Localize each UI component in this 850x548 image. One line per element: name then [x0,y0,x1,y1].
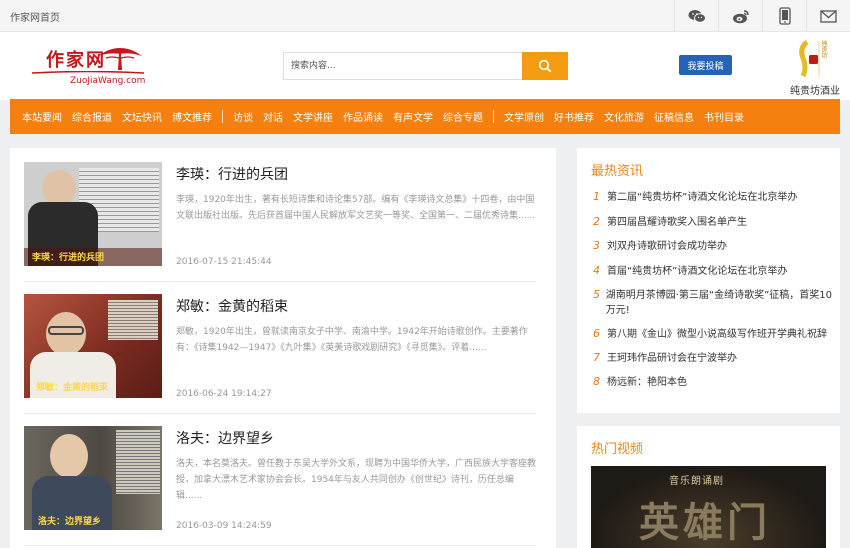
hot-news-item[interactable]: 2 第四届昌耀诗歌奖入围名单产生 [593,215,833,230]
article-summary: 洛夫，本名莫洛夫。曾任教于东吴大学外文系，现聘为中国华侨大学，广西民族大学客座教… [176,459,536,501]
search-button[interactable] [522,52,568,80]
mobile-icon[interactable] [762,0,806,32]
article-item: 李瑛：行进的兵团 李瑛：行进的兵团 李瑛，1920年出生，著有长短诗集和诗论集5… [24,162,536,282]
nav-item[interactable]: 文学原创 [499,109,549,124]
article-date: 2016-03-09 14:24:59 [176,521,272,531]
main-nav: 本站要闻 综合报道 文坛快讯 博文推荐 访谈 对话 文学讲座 作品诵读 有声文学… [10,99,840,134]
article-thumbnail[interactable]: 洛夫：边界望乡 [24,426,162,530]
article-list: 李瑛：行进的兵团 李瑛：行进的兵团 李瑛，1920年出生，著有长短诗集和诗论集5… [10,148,556,548]
hot-news-link[interactable]: 首届“纯贵坊杯”诗酒文化论坛在北京举办 [607,264,787,279]
sponsor-mark-text: 纯贵坊 [820,40,827,58]
article-item: 洛夫：边界望乡 洛夫：边界望乡 洛夫，本名莫洛夫。曾任教于东吴大学外文系，现聘为… [24,426,536,546]
thumbnail-caption: 洛夫：边界望乡 [38,517,102,527]
weibo-icon[interactable] [718,0,762,32]
sponsor-logo: 纯贵坊 [797,38,833,80]
hot-news-rank: 8 [593,375,600,388]
article-date: 2016-06-24 19:14:27 [176,389,272,399]
hot-video-title: 热门视频 [591,442,644,457]
nav-item[interactable]: 文学讲座 [288,109,338,124]
nav-divider [493,110,494,123]
thumbnail-caption: 郑敏：金黄的稻束 [36,383,109,393]
search-box [283,52,568,80]
hot-news-item[interactable]: 4 首届“纯贵坊杯”诗酒文化论坛在北京举办 [593,264,833,279]
hot-news-rank: 7 [593,351,600,364]
article-thumbnail[interactable]: 郑敏：金黄的稻束 [24,294,162,398]
tree-logo-icon [98,48,142,70]
hot-news-title: 最热资讯 [591,164,644,179]
site-header: 作家网 ZuoJiaWang.com 我要投稿 纯贵坊 纯贵坊酒业 [0,32,850,100]
logo-url: ZuoJiaWang.com [70,76,146,86]
hot-video-panel: 热门视频 音乐朗诵剧 英雄门 [577,426,840,548]
hot-news-rank: 2 [593,215,600,228]
nav-item[interactable]: 征稿信息 [649,109,699,124]
search-input[interactable] [283,52,522,80]
hot-news-link[interactable]: 第二届“纯贵坊杯”诗酒文化论坛在北京举办 [607,190,797,205]
sponsor-name: 纯贵坊酒业 [790,86,840,97]
video-subtitle: 音乐朗诵剧 [669,476,724,487]
hot-news-item[interactable]: 8 杨远新：艳阳本色 [593,375,833,390]
article-item: 郑敏：金黄的稻束 郑敏：金黄的稻束 郑敏，1920年出生，曾就读南京女子中学、南… [24,294,536,414]
hot-news-item[interactable]: 5 湖南明月茶博园·第三届“金绮诗歌奖”征稿，首奖10万元! [593,288,833,318]
nav-item[interactable]: 本站要闻 [17,109,67,124]
hot-news-item[interactable]: 6 第八期《金山》微型小说高级写作班开学典礼祝辞 [593,327,833,342]
video-title: 英雄门 [639,499,771,546]
nav-divider [222,110,223,123]
article-thumbnail[interactable]: 李瑛：行进的兵团 [24,162,162,266]
top-bar: 作家网首页 [0,0,850,32]
nav-item[interactable]: 作品诵读 [338,109,388,124]
home-link[interactable]: 作家网首页 [10,9,60,24]
sponsor-brand[interactable]: 纯贵坊 纯贵坊酒业 [785,38,845,97]
hot-news-rank: 6 [593,327,600,340]
hot-news-rank: 4 [593,264,600,277]
submit-article-button[interactable]: 我要投稿 [679,55,732,75]
hot-news-item[interactable]: 3 刘双舟诗歌研讨会成功举办 [593,239,833,254]
nav-item[interactable]: 综合专题 [438,109,488,124]
hot-news-item[interactable]: 7 王珂玮作品研讨会在宁波举办 [593,351,833,366]
nav-item[interactable]: 访谈 [228,109,258,124]
article-title[interactable]: 李瑛：行进的兵团 [176,164,288,184]
hot-news-panel: 最热资讯 1 第二届“纯贵坊杯”诗酒文化论坛在北京举办 2 第四届昌耀诗歌奖入围名单… [577,148,840,413]
nav-item[interactable]: 综合报道 [67,109,117,124]
nav-item[interactable]: 博文推荐 [167,109,217,124]
social-icons [674,0,850,32]
hot-news-rank: 3 [593,239,600,252]
hot-news-link[interactable]: 王珂玮作品研讨会在宁波举办 [607,351,737,366]
nav-item[interactable]: 对话 [258,109,288,124]
video-thumbnail[interactable]: 音乐朗诵剧 英雄门 [591,466,826,548]
nav-item[interactable]: 文化旅游 [599,109,649,124]
article-title[interactable]: 郑敏：金黄的稻束 [176,296,288,316]
search-icon [538,59,552,73]
hot-news-rank: 1 [593,190,600,203]
hot-news-rank: 5 [593,288,600,301]
article-summary: 李瑛，1920年出生，著有长短诗集和诗论集57部。编有《李瑛诗文总集》十四卷，由… [176,195,536,221]
hot-news-link[interactable]: 第四届昌耀诗歌奖入围名单产生 [607,215,747,230]
nav-item[interactable]: 好书推荐 [549,109,599,124]
article-title[interactable]: 洛夫：边界望乡 [176,428,274,448]
site-logo[interactable]: 作家网 ZuoJiaWang.com [32,44,147,92]
hot-news-link[interactable]: 杨远新：艳阳本色 [607,375,687,390]
article-summary: 郑敏，1920年出生，曾就读南京女子中学、南渝中学。1942年开始诗歌创作。主要… [176,327,528,353]
nav-item[interactable]: 有声文学 [388,109,438,124]
nav-item[interactable]: 文坛快讯 [117,109,167,124]
nav-item[interactable]: 书刊目录 [699,109,749,124]
hot-news-link[interactable]: 第八期《金山》微型小说高级写作班开学典礼祝辞 [607,327,827,342]
hot-news-item[interactable]: 1 第二届“纯贵坊杯”诗酒文化论坛在北京举办 [593,190,833,205]
mail-icon[interactable] [806,0,850,32]
hot-news-link[interactable]: 湖南明月茶博园·第三届“金绮诗歌奖”征稿，首奖10万元! [606,288,833,318]
article-date: 2016-07-15 21:45:44 [176,257,272,267]
thumbnail-caption: 李瑛：行进的兵团 [32,253,105,263]
hot-news-link[interactable]: 刘双舟诗歌研讨会成功举办 [607,239,727,254]
wechat-icon[interactable] [674,0,718,32]
